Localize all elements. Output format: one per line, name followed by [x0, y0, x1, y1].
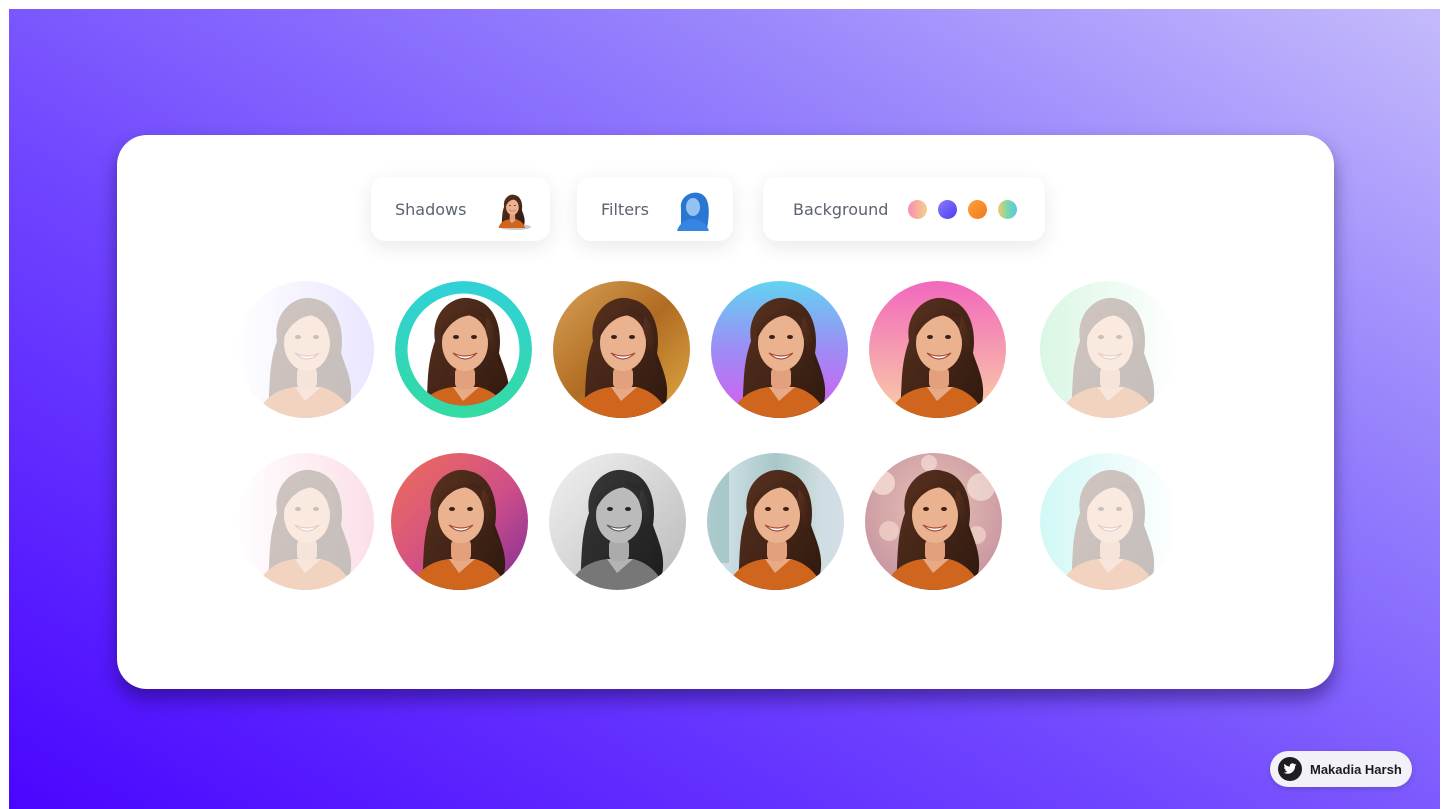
author-name: Makadia Harsh	[1310, 761, 1402, 777]
avatar-teal-ring[interactable]	[395, 281, 532, 418]
swatch-peach-pink[interactable]	[908, 200, 927, 219]
avatar-pink-peach-gradient[interactable]	[869, 281, 1006, 418]
filters-label: Filters	[601, 199, 649, 219]
avatar-cyan-fade[interactable]	[1040, 453, 1177, 590]
filters-option-button[interactable]: Filters	[577, 177, 733, 241]
avatar-grayscale[interactable]	[549, 453, 686, 590]
avatar-bokeh-lights[interactable]	[865, 453, 1002, 590]
swatch-violet[interactable]	[938, 200, 957, 219]
avatar-lavender-fade[interactable]	[237, 281, 374, 418]
swatch-orange[interactable]	[968, 200, 987, 219]
avatar-mint-fade[interactable]	[1040, 281, 1177, 418]
shadows-label: Shadows	[395, 199, 467, 219]
presentation-backdrop: Shadows Filters Background	[9, 9, 1440, 809]
background-swatches	[908, 200, 1017, 219]
twitter-bird-icon	[1278, 757, 1302, 781]
shadows-option-button[interactable]: Shadows	[371, 177, 550, 241]
shadows-preview-icon	[498, 194, 531, 230]
swatch-rainbow[interactable]	[998, 200, 1017, 219]
background-label: Background	[793, 199, 889, 219]
background-option-button[interactable]: Background	[763, 177, 1045, 241]
filters-preview-icon	[677, 192, 709, 231]
avatar-blue-purple-gradient[interactable]	[711, 281, 848, 418]
avatar-pink-fade[interactable]	[237, 453, 374, 590]
author-credit-badge[interactable]: Makadia Harsh	[1270, 751, 1412, 787]
avatar-blurred-street[interactable]	[707, 453, 844, 590]
avatar-editor-card: Shadows Filters Background	[117, 135, 1334, 689]
avatar-grid	[237, 281, 1187, 611]
avatar-golden-texture[interactable]	[553, 281, 690, 418]
avatar-red-purple-gradient[interactable]	[391, 453, 528, 590]
